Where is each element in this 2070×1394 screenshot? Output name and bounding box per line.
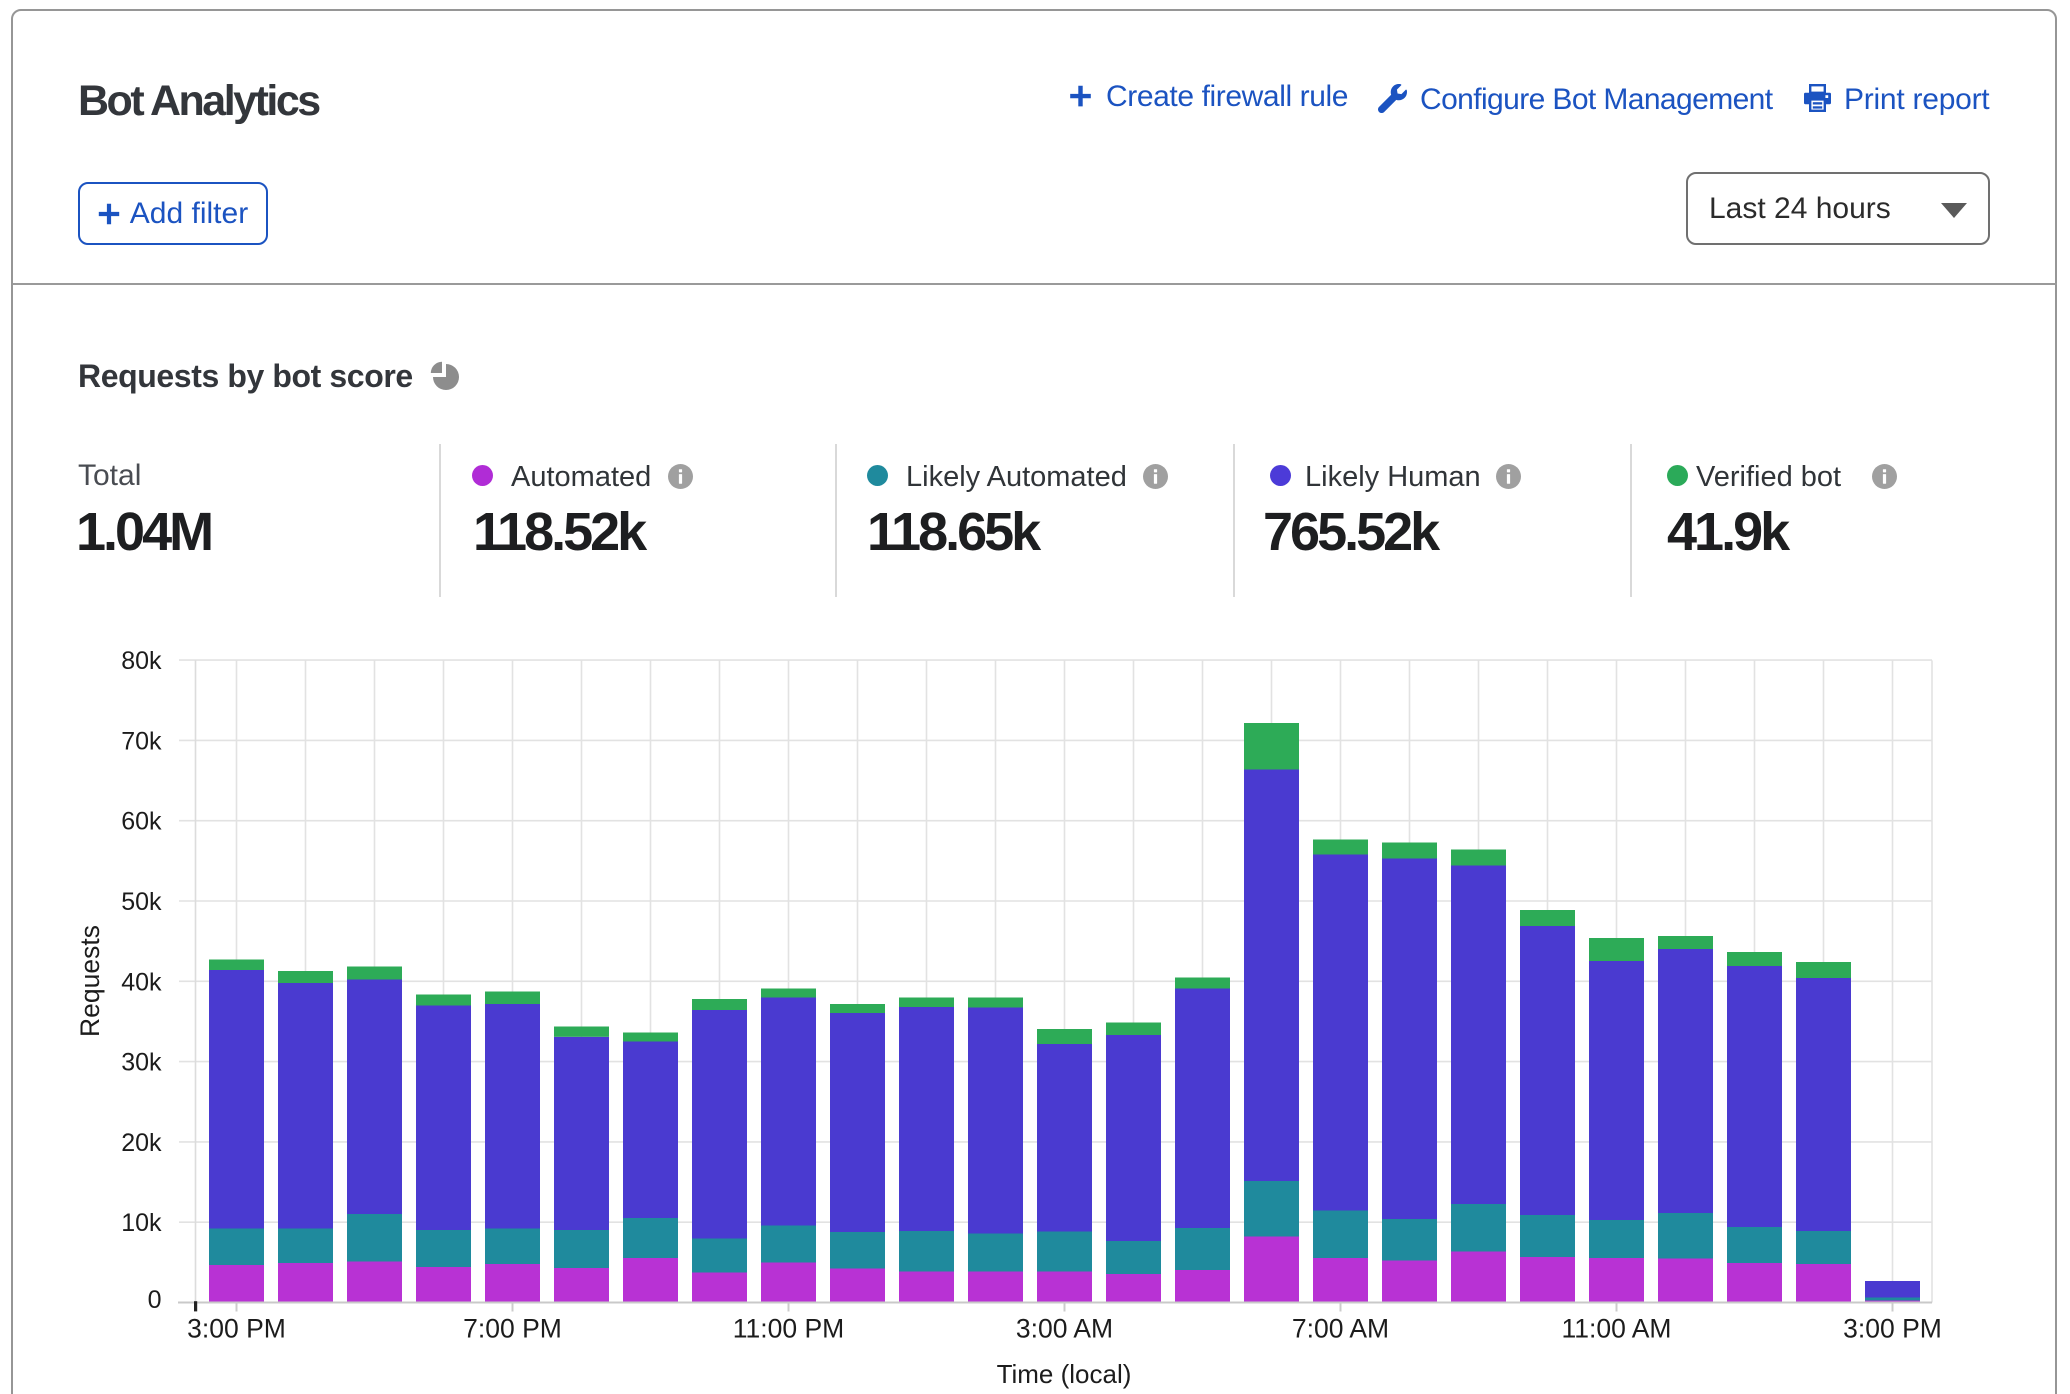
svg-text:Time (local): Time (local) — [997, 1359, 1132, 1389]
svg-text:11:00 AM: 11:00 AM — [1562, 1314, 1672, 1344]
svg-text:Requests: Requests — [75, 925, 105, 1037]
svg-text:11:00 PM: 11:00 PM — [733, 1314, 844, 1344]
svg-text:70k: 70k — [121, 727, 162, 755]
svg-text:3:00 PM: 3:00 PM — [1843, 1314, 1942, 1344]
svg-text:80k: 80k — [121, 647, 162, 675]
svg-text:3:00 PM: 3:00 PM — [187, 1314, 286, 1344]
svg-text:0: 0 — [148, 1286, 162, 1314]
svg-text:40k: 40k — [121, 968, 162, 996]
svg-text:50k: 50k — [121, 888, 162, 916]
svg-text:30k: 30k — [121, 1049, 162, 1077]
svg-text:10k: 10k — [121, 1209, 162, 1237]
svg-text:60k: 60k — [121, 808, 162, 836]
svg-text:7:00 AM: 7:00 AM — [1292, 1314, 1389, 1344]
svg-text:20k: 20k — [121, 1129, 162, 1157]
svg-text:7:00 PM: 7:00 PM — [463, 1314, 562, 1344]
svg-text:3:00 AM: 3:00 AM — [1016, 1314, 1113, 1344]
